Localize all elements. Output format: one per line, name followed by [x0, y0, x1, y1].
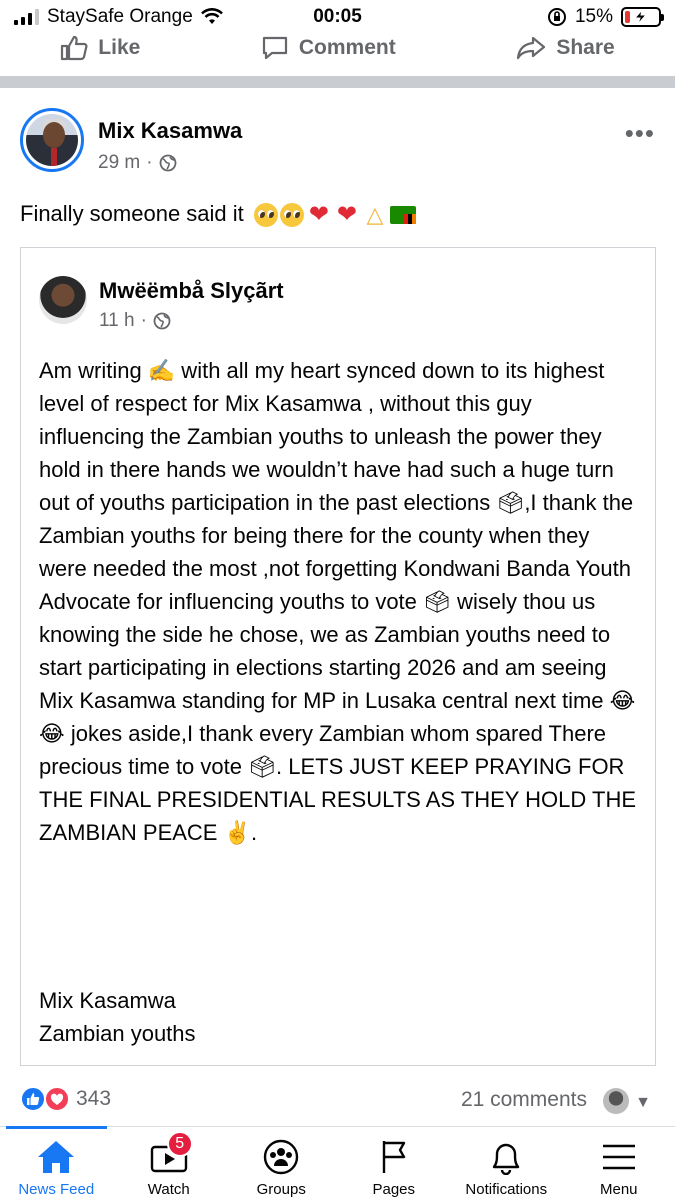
share-label: Share: [556, 36, 615, 59]
bell-icon: [493, 1143, 520, 1175]
groups-icon: [264, 1139, 299, 1175]
signature-line-1: Mix Kasamwa: [39, 988, 176, 1013]
comment-bubble-icon: [262, 36, 287, 60]
love-reaction-icon: [44, 1086, 70, 1112]
post-meta: 29 m ·: [98, 152, 177, 174]
nav-notifications[interactable]: Notifications: [450, 1127, 563, 1200]
shared-post-body: Am writing ✍️ with all my heart synced d…: [39, 358, 637, 845]
nav-watch[interactable]: 5 Watch: [113, 1127, 226, 1200]
shared-post-timestamp[interactable]: 11 h: [99, 310, 135, 332]
red-heart-icon: ❤: [308, 201, 329, 229]
more-options-icon[interactable]: •••: [625, 118, 655, 149]
globe-icon: [159, 154, 176, 172]
folded-hands-icon: △: [366, 202, 384, 228]
previous-post-action-bar: Like Comment Share: [0, 28, 675, 68]
author-avatar[interactable]: [20, 108, 84, 172]
like-label: Like: [98, 36, 141, 59]
signature-line-2: Zambian youths: [39, 1021, 196, 1046]
zambia-flag-icon: [389, 206, 416, 225]
post-timestamp[interactable]: 29 m: [98, 152, 140, 174]
watch-badge: 5: [166, 1131, 193, 1157]
comment-label: Comment: [298, 36, 396, 59]
shared-author-name[interactable]: Mwëëmbå Slyçãrt: [99, 278, 284, 304]
charging-bolt-icon: [633, 9, 648, 25]
pages-flag-icon: [382, 1141, 405, 1173]
comments-count[interactable]: 21 comments: [461, 1088, 587, 1112]
globe-icon: [153, 312, 171, 330]
watch-icon: 5: [149, 1131, 193, 1175]
battery-icon: [621, 7, 664, 27]
nav-label: News Feed: [18, 1181, 95, 1198]
shared-post-signature: Mix Kasamwa Zambian youths: [39, 984, 196, 1050]
nav-groups[interactable]: Groups: [225, 1127, 338, 1200]
post-author-name[interactable]: Mix Kasamwa: [98, 118, 242, 144]
post-emojis: ❤ ❤ △: [253, 201, 416, 229]
nav-label: Notifications: [465, 1181, 548, 1198]
shared-post[interactable]: Mwëëmbå Slyçãrt 11 h · Am writing ✍️ wit…: [20, 247, 656, 1066]
like-button[interactable]: Like: [60, 35, 140, 61]
reactions-summary[interactable]: 343: [20, 1086, 111, 1112]
feed-separator: [0, 76, 675, 88]
orientation-lock-icon: [547, 8, 566, 26]
reaction-count: 343: [76, 1087, 112, 1110]
share-button[interactable]: Share: [516, 35, 615, 61]
home-icon: [38, 1141, 75, 1173]
meta-dot: ·: [146, 152, 153, 173]
shared-post-meta: 11 h ·: [99, 310, 171, 332]
nav-label: Watch: [147, 1181, 190, 1198]
share-arrow-icon: [517, 36, 546, 60]
pleading-face-icon: [279, 203, 304, 228]
post-text-content: Finally someone said it: [20, 201, 244, 226]
shared-author-avatar[interactable]: [39, 276, 87, 324]
pleading-face-icon: [253, 203, 278, 228]
nav-news-feed[interactable]: News Feed: [0, 1126, 113, 1200]
red-heart-icon: ❤: [336, 201, 357, 229]
thumbs-up-icon: [61, 35, 88, 61]
commenter-avatar[interactable]: [603, 1088, 629, 1114]
nav-label: Groups: [256, 1181, 306, 1198]
comment-button[interactable]: Comment: [261, 35, 396, 61]
caret-down-icon[interactable]: ▼: [635, 1094, 651, 1112]
hamburger-icon: [602, 1144, 635, 1170]
bottom-navigation: News Feed 5 Watch Groups Pages Notificat…: [0, 1126, 675, 1200]
like-reaction-icon: [20, 1086, 46, 1112]
nav-label: Pages: [372, 1181, 416, 1198]
nav-pages[interactable]: Pages: [338, 1127, 451, 1200]
battery-percent: 15%: [574, 6, 613, 27]
post-text: Finally someone said it ❤ ❤ △: [20, 198, 416, 230]
meta-dot: ·: [140, 310, 147, 331]
nav-label: Menu: [599, 1181, 638, 1198]
nav-menu[interactable]: Menu: [563, 1127, 675, 1200]
